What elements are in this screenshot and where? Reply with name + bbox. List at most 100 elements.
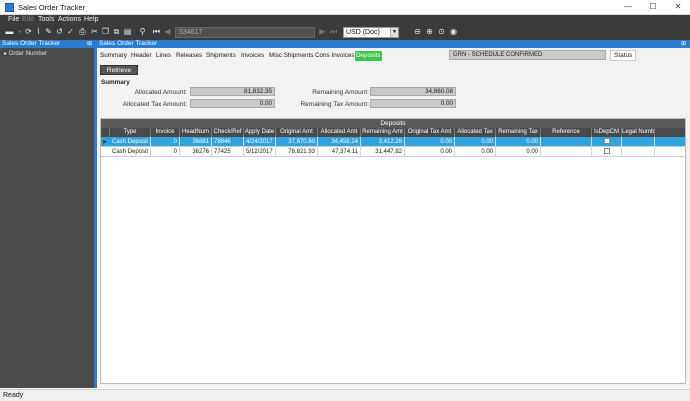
print-icon[interactable]: ⎙ [78,27,87,37]
cell-legal-number[interactable] [622,147,655,157]
tab-invoices[interactable]: Invoices [240,51,265,61]
cell-allocated-amt[interactable]: 34,458.24 [318,137,361,147]
cell-original-tax-amt[interactable]: 0.00 [405,147,455,157]
chevron-down-icon[interactable]: ▼ [390,28,398,37]
tab-shipments[interactable]: Shipments [205,51,237,61]
cell-allocated-tax[interactable]: 0.00 [455,147,496,157]
cell-invoice[interactable]: 0 [151,147,180,157]
home-icon[interactable]: ⊙ [437,27,446,37]
cell-isdepcm[interactable] [592,137,622,147]
cell-invoice[interactable]: 0 [151,137,180,147]
cell-check-ref[interactable]: 77425 [212,147,244,157]
tab-header[interactable]: Header [130,51,153,61]
first-record-icon[interactable]: ⏮ [152,27,161,37]
forward-icon[interactable]: ⊕ [425,27,434,37]
currency-select[interactable]: USD (Doc) ▼ [343,27,399,38]
paste-icon[interactable]: ⧉ [112,27,121,37]
cell-apply-date[interactable]: 4/24/2017 [244,137,276,147]
table-row[interactable]: ▶ Cash Deposit 0 36881 78846 4/24/2017 3… [101,137,685,147]
check-icon[interactable]: ✓ [66,27,75,37]
col-legal-number[interactable]: Legal Numb [622,128,655,137]
cell-headnum[interactable]: 36881 [180,137,212,147]
back-icon[interactable]: ⊖ [413,27,422,37]
cell-remaining-amt[interactable]: 3,412.26 [361,137,405,147]
tab-cons-invoices[interactable]: Cons Invoices [314,51,356,61]
table-row[interactable]: Cash Deposit 0 36276 77425 5/12/2017 78,… [101,147,685,157]
tab-summary[interactable]: Summary [99,51,128,61]
edit-icon[interactable]: ✎ [44,27,53,37]
pin-icon[interactable]: ⊞ [87,40,92,48]
tab-misc-shipments[interactable]: Misc Shipments [268,51,314,61]
col-isdepcm[interactable]: IsDepCM [592,128,622,137]
order-number-field[interactable]: 534617 [175,27,315,38]
cell-headnum[interactable]: 36276 [180,147,212,157]
cell-original-tax-amt[interactable]: 0.00 [405,137,455,147]
remaining-amount-value: 34,860.08 [370,87,456,96]
cell-original-amt[interactable]: 37,870.60 [276,137,318,147]
col-headnum[interactable]: HeadNum [180,128,212,137]
isdepcm-checkbox[interactable] [603,138,610,145]
menu-help[interactable]: Help [84,16,98,23]
cell-legal-number[interactable] [622,137,655,147]
cut-icon[interactable]: ✂ [90,27,99,37]
minimize-button[interactable]: — [620,1,636,13]
refresh-icon[interactable]: ⟳ [24,27,33,37]
tab-releases[interactable]: Releases [175,51,203,61]
grid-header-row: Type Invoice HeadNum Check/Ref Apply Dat… [101,128,685,137]
attach-icon[interactable]: ⌇ [34,27,43,37]
next-record-icon[interactable]: ▶ [318,27,327,37]
menu-edit[interactable]: Edit [22,16,34,23]
last-record-icon[interactable]: ⏭ [329,27,338,37]
cell-type[interactable]: Cash Deposit [110,137,151,147]
col-check-ref[interactable]: Check/Ref [212,128,244,137]
cell-allocated-amt[interactable]: 47,374.11 [318,147,361,157]
clipboard-icon[interactable]: ▤ [123,27,132,37]
isdepcm-checkbox[interactable] [603,148,610,155]
col-allocated-amt[interactable]: Allocated Amt [318,128,361,137]
maximize-button[interactable]: ☐ [645,1,661,13]
tab-lines[interactable]: Lines [155,51,172,61]
allocated-tax-value: 0.00 [190,99,275,108]
cell-remaining-amt[interactable]: 31,447.82 [361,147,405,157]
undo-icon[interactable]: ↺ [55,27,64,37]
cell-allocated-tax[interactable]: 0.00 [455,137,496,147]
col-remaining-tax[interactable]: Remaining Tax [496,128,541,137]
main-panel-title: Sales Order Tracker [99,40,158,47]
row-selector[interactable] [101,147,109,157]
cell-apply-date[interactable]: 5/12/2017 [244,147,276,157]
prev-record-icon[interactable]: ◀ [163,27,172,37]
cell-remaining-tax[interactable]: 0.00 [496,147,541,157]
cell-remaining-tax[interactable]: 0.00 [496,137,541,147]
cell-isdepcm[interactable] [592,147,622,157]
cell-reference[interactable] [541,137,592,147]
menu-tools[interactable]: Tools [38,16,54,23]
expand-icon[interactable]: ▸ [4,51,7,57]
col-reference[interactable]: Reference [541,128,592,137]
pin-icon[interactable]: ⊞ [681,40,686,48]
tree-node-order-number[interactable]: ▸ Order Number [4,50,47,57]
col-remaining-amt[interactable]: Remaining Amt [361,128,405,137]
cell-reference[interactable] [541,147,592,157]
help-icon[interactable]: ◉ [449,27,458,37]
menu-file[interactable]: File [8,16,19,23]
col-type[interactable]: Type [110,128,151,137]
cell-check-ref[interactable]: 78846 [212,137,244,147]
retrieve-button[interactable]: Retrieve [100,65,138,75]
remaining-tax-label: Remaining Tax Amount: [300,101,369,108]
row-selector-icon[interactable]: ▶ [101,137,109,147]
menu-bar: File Edit Tools Actions Help [0,15,690,25]
cell-type[interactable]: Cash Deposit [110,147,151,157]
menu-actions[interactable]: Actions [58,16,81,23]
binoculars-icon[interactable]: ⚲ [138,27,147,37]
tab-deposits[interactable]: Deposits [355,51,382,61]
col-allocated-tax[interactable]: Allocated Tax [455,128,496,137]
save-icon[interactable]: ▪ [15,27,24,37]
col-original-amt[interactable]: Original Amt [276,128,318,137]
col-apply-date[interactable]: Apply Date [244,128,276,137]
close-button[interactable]: ✕ [670,1,686,13]
cell-original-amt[interactable]: 78,821.93 [276,147,318,157]
col-invoice[interactable]: Invoice [151,128,180,137]
col-original-tax-amt[interactable]: Original Tax Amt [405,128,455,137]
copy-icon[interactable]: ❐ [101,27,110,37]
new-icon[interactable]: ▬ [5,27,14,37]
